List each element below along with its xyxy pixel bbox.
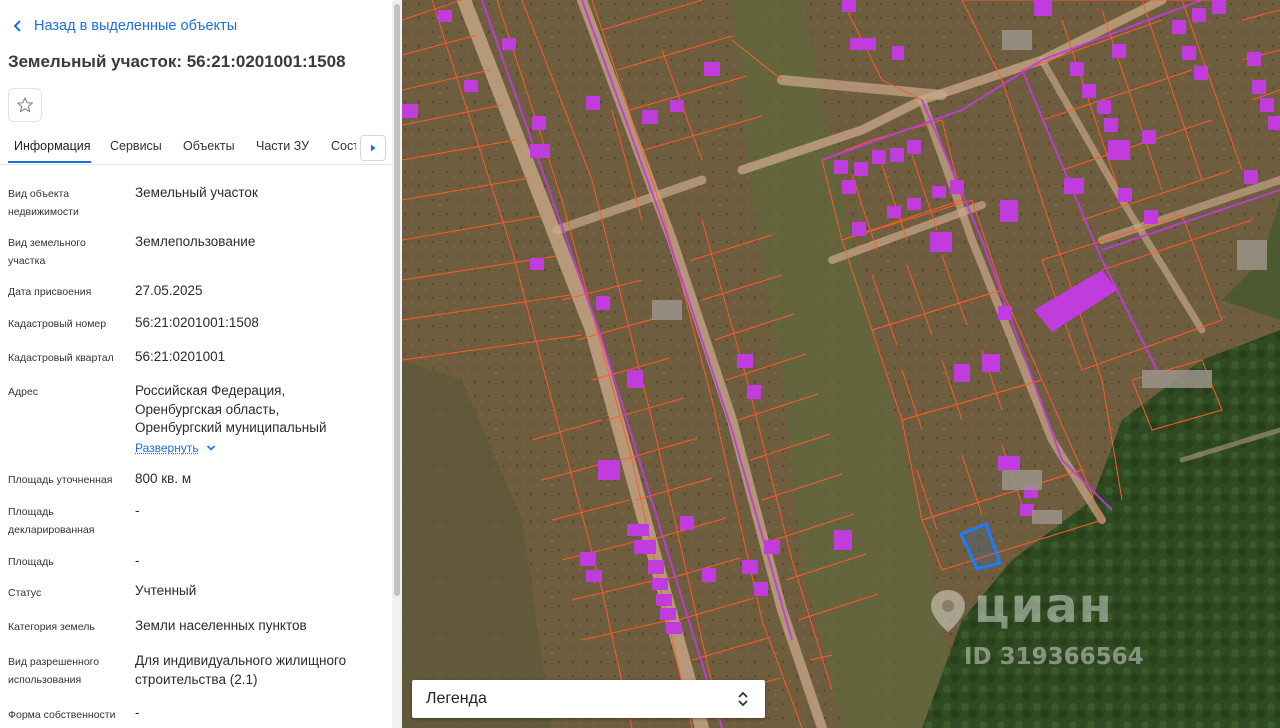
field-label: Адрес	[8, 386, 39, 398]
field-value: -	[135, 553, 140, 568]
tabs-scroll-button[interactable]	[360, 135, 386, 161]
field-label: Площадь декларированная	[8, 506, 95, 536]
favorite-button[interactable]	[8, 88, 42, 122]
cadastral-map	[402, 0, 1280, 728]
field-label: Кадастровый номер	[8, 318, 107, 330]
legend-dropdown[interactable]: Легенда	[412, 680, 765, 718]
sort-icon	[738, 691, 748, 707]
field-value: Для индивидуального жилищного строительс…	[135, 653, 347, 687]
field-value: 800 кв. м	[135, 471, 192, 486]
field-value: 56:21:0201001:1508	[135, 315, 259, 330]
chevron-down-icon	[206, 445, 215, 451]
back-link[interactable]: Назад в выделенные объекты	[10, 18, 237, 34]
legend-label: Легенда	[426, 690, 487, 707]
field-value: Земельный участок	[135, 185, 258, 200]
info-panel: Назад в выделенные объекты Земельный уча…	[0, 0, 392, 728]
active-tab-indicator	[8, 161, 91, 163]
field-value: Землепользование	[135, 234, 256, 249]
tab-services[interactable]: Сервисы	[110, 139, 162, 153]
field-label: Вид разрешенного использования	[8, 656, 100, 686]
scrollbar-thumb[interactable]	[394, 4, 400, 596]
field-label: Вид земельного участка	[8, 237, 86, 267]
field-label: Статус	[8, 587, 42, 599]
chevron-right-icon	[371, 144, 376, 152]
page-title: Земельный участок: 56:21:0201001:1508	[8, 52, 346, 71]
field-label: Кадастровый квартал	[8, 352, 114, 364]
field-value: 27.05.2025	[135, 283, 203, 298]
field-label: Дата присвоения	[8, 286, 92, 298]
tab-information[interactable]: Информация	[14, 139, 91, 153]
back-link-label: Назад в выделенные объекты	[34, 18, 238, 34]
expand-label: Развернуть	[135, 441, 199, 455]
field-value: Учтенный	[135, 583, 197, 598]
watermark-id: ID 319366564	[964, 644, 1144, 670]
tab-bar: Информация Сервисы Объекты Части ЗУ Сост…	[0, 130, 392, 165]
field-label: Форма собственности	[8, 709, 116, 721]
field-value: 56:21:0201001	[135, 349, 226, 364]
field-label: Площадь уточненная	[8, 474, 113, 486]
tab-parts[interactable]: Части ЗУ	[256, 139, 309, 153]
map-pin-icon	[931, 590, 965, 632]
address-value: Российская Федерация, Оренбургская облас…	[135, 383, 327, 435]
field-value: Земли населенных пунктов	[135, 618, 307, 633]
map-view[interactable]: циан ID 319366564 Легенда	[402, 0, 1280, 728]
field-label: Вид объекта недвижимости	[8, 188, 79, 218]
field-value: -	[135, 705, 140, 720]
field-label: Категория земель	[8, 621, 95, 633]
panel-scrollbar[interactable]	[392, 0, 402, 728]
field-label: Площадь	[8, 556, 54, 568]
tab-objects[interactable]: Объекты	[183, 139, 235, 153]
chevron-left-icon	[13, 20, 21, 32]
field-value: -	[135, 503, 140, 518]
expand-address-link[interactable]: Развернуть	[135, 441, 217, 455]
star-icon	[17, 97, 33, 113]
watermark-brand: циан	[974, 578, 1113, 634]
